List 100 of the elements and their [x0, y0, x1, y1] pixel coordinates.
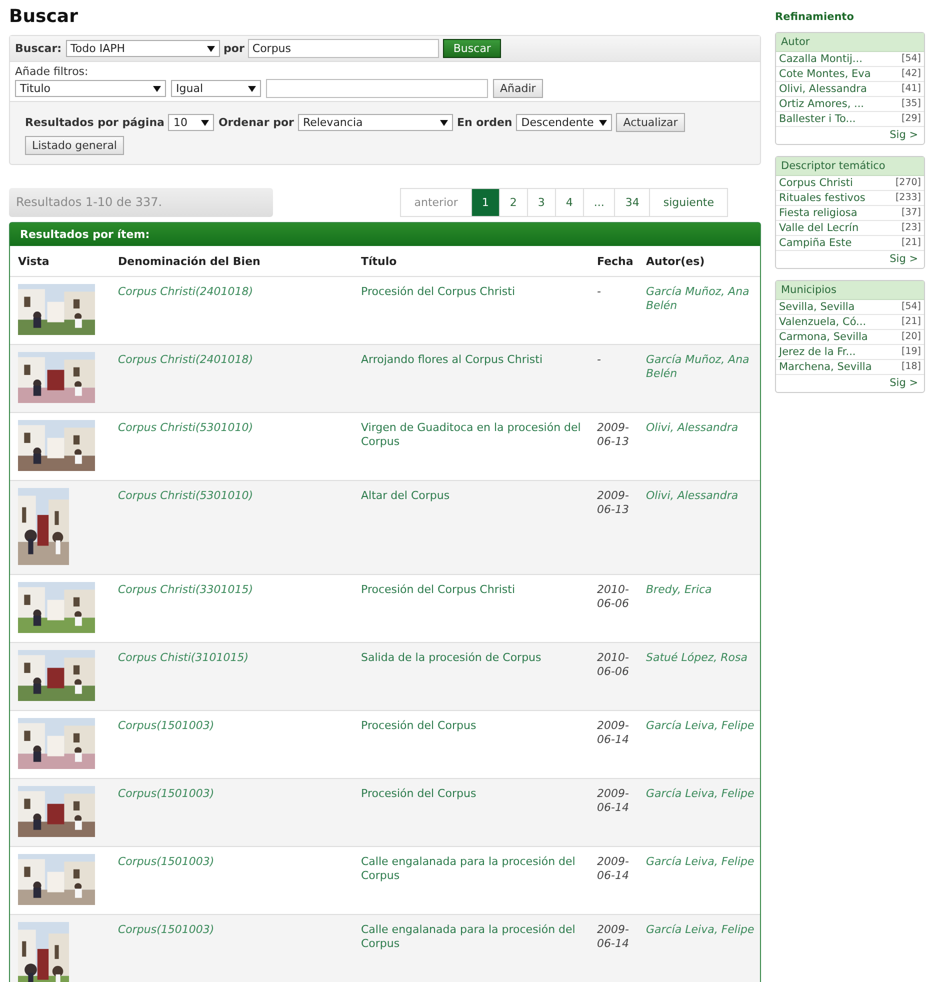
- general-list-button[interactable]: Listado general: [25, 136, 124, 155]
- filters-label: Añade filtros:: [15, 65, 88, 78]
- date-cell-text: 2009-06-13: [596, 488, 630, 518]
- author-link[interactable]: Satué López, Rosa: [638, 643, 760, 710]
- results-heading: Resultados por ítem:: [10, 223, 760, 246]
- add-filter-button[interactable]: Añadir: [493, 79, 543, 98]
- author-link[interactable]: García Muñoz, Ana Belén: [638, 345, 760, 412]
- page-link[interactable]: ...: [582, 188, 616, 217]
- filter-field-select[interactable]: Titulo: [15, 80, 166, 97]
- facet-link[interactable]: Valenzuela, Có...: [779, 316, 866, 328]
- scope-select[interactable]: Todo IAPH: [66, 40, 220, 57]
- title-link[interactable]: Arrojando flores al Corpus Christi: [353, 345, 589, 412]
- facet-link[interactable]: Jerez de la Fr...: [779, 346, 856, 358]
- facet-count: [41]: [901, 83, 921, 95]
- page-link[interactable]: 2: [498, 188, 528, 217]
- item-link[interactable]: Corpus Chisti(3101015): [110, 643, 353, 710]
- author-link[interactable]: Olivi, Alessandra: [638, 481, 760, 574]
- author-link[interactable]: García Leiva, Felipe: [638, 847, 760, 914]
- update-button[interactable]: Actualizar: [616, 113, 685, 132]
- facet-link[interactable]: Cazalla Montij...: [779, 53, 862, 65]
- caret-icon: [153, 86, 161, 92]
- search-field[interactable]: Corpus: [248, 39, 440, 58]
- caret-icon: [248, 86, 256, 92]
- order-label: Ordenar por: [218, 116, 294, 129]
- page-link[interactable]: 3: [526, 188, 556, 217]
- item-link[interactable]: Corpus Christi(3301015): [110, 575, 353, 642]
- page-link[interactable]: 1: [470, 188, 500, 217]
- facet-count: [23]: [901, 222, 921, 234]
- author-link[interactable]: Bredy, Erica: [638, 575, 760, 642]
- facet-link[interactable]: Corpus Christi: [779, 177, 853, 189]
- facet-count: [270]: [895, 177, 921, 189]
- direction-select[interactable]: Descendente: [516, 114, 612, 131]
- title-link[interactable]: Procesión del Corpus Christi: [353, 277, 589, 344]
- next-link[interactable]: Sig >: [776, 127, 924, 144]
- date-cell-text: 2009-06-14: [596, 786, 630, 816]
- column-header: Autor(es): [645, 254, 706, 270]
- facet-link[interactable]: Marchena, Sevilla: [779, 361, 872, 373]
- title-link[interactable]: Virgen de Guaditoca en la procesión del Corpus: [353, 413, 589, 480]
- author-link[interactable]: García Leiva, Felipe: [638, 915, 760, 982]
- page-link[interactable]: siguiente: [649, 188, 728, 217]
- operator-select[interactable]: Igual: [171, 80, 261, 97]
- direction-label: En orden: [456, 116, 512, 129]
- item-link[interactable]: Corpus Christi(2401018): [110, 277, 353, 344]
- column-header: Fecha: [596, 254, 634, 270]
- caret-icon: [206, 46, 215, 52]
- item-link[interactable]: Corpus Christi(5301010): [110, 413, 353, 480]
- page-title: Buscar: [9, 6, 79, 27]
- next-link[interactable]: Sig >: [776, 251, 924, 268]
- order-select[interactable]: Relevancia: [298, 114, 453, 131]
- facet-count: [18]: [901, 361, 921, 373]
- facet-count: [54]: [901, 301, 921, 313]
- item-link[interactable]: Corpus(1501003): [110, 847, 353, 914]
- facet-link[interactable]: Valle del Lecrín: [779, 222, 859, 234]
- title-link[interactable]: Procesión del Corpus: [353, 779, 589, 846]
- facet-heading: Descriptor temático: [776, 157, 924, 176]
- date-cell-text: 2009-06-14: [596, 718, 630, 748]
- date-cell-text: 2009-06-14: [596, 854, 630, 884]
- item-link[interactable]: Corpus(1501003): [110, 779, 353, 846]
- facet-count: [233]: [895, 192, 921, 204]
- filter-value-field[interactable]: [266, 79, 488, 98]
- facet-link[interactable]: Ballester i To...: [779, 113, 856, 125]
- column-header: Título: [360, 254, 398, 270]
- facet-heading: Municipios: [776, 281, 924, 300]
- next-link[interactable]: Sig >: [776, 375, 924, 392]
- item-link[interactable]: Corpus(1501003): [110, 915, 353, 982]
- date-cell-text: 2009-06-14: [596, 922, 630, 952]
- author-link[interactable]: García Leiva, Felipe: [638, 779, 760, 846]
- facet-link[interactable]: Campiña Este: [779, 237, 852, 249]
- author-link[interactable]: García Muñoz, Ana Belén: [638, 277, 760, 344]
- item-link[interactable]: Corpus(1501003): [110, 711, 353, 778]
- facet-count: [29]: [901, 113, 921, 125]
- facet-link[interactable]: Carmona, Sevilla: [779, 331, 868, 343]
- per-page-label: Resultados por página: [25, 116, 164, 129]
- facet-link[interactable]: Olivi, Alessandra: [779, 83, 867, 95]
- item-link[interactable]: Corpus Christi(5301010): [110, 481, 353, 574]
- search-label: Buscar:: [15, 42, 62, 55]
- title-link[interactable]: Altar del Corpus: [353, 481, 589, 574]
- title-link[interactable]: Calle engalanada para la procesión del Corpus: [353, 915, 589, 982]
- facet-link[interactable]: Sevilla, Sevilla: [779, 301, 855, 313]
- title-link[interactable]: Salida de la procesión de Corpus: [353, 643, 589, 710]
- author-link[interactable]: Olivi, Alessandra: [638, 413, 760, 480]
- item-link[interactable]: Corpus Christi(2401018): [110, 345, 353, 412]
- title-link[interactable]: Procesión del Corpus: [353, 711, 589, 778]
- facet-link[interactable]: Cote Montes, Eva: [779, 68, 871, 80]
- facet-link[interactable]: Rituales festivos: [779, 192, 866, 204]
- title-link[interactable]: Procesión del Corpus Christi: [353, 575, 589, 642]
- facet-count: [19]: [901, 346, 921, 358]
- facet-link[interactable]: Fiesta religiosa: [779, 207, 858, 219]
- page-link[interactable]: 4: [554, 188, 584, 217]
- facet-count: [20]: [901, 331, 921, 343]
- search-button[interactable]: Buscar: [443, 39, 501, 58]
- page-link[interactable]: 34: [614, 188, 650, 217]
- date-cell-text: 2010-06-06: [596, 582, 630, 612]
- facet-count: [37]: [901, 207, 921, 219]
- column-header: Vista: [17, 254, 50, 270]
- facet-link[interactable]: Ortiz Amores, ...: [779, 98, 864, 110]
- title-link[interactable]: Calle engalanada para la procesión del Corpus: [353, 847, 589, 914]
- facet-count: [54]: [901, 53, 921, 65]
- author-link[interactable]: García Leiva, Felipe: [638, 711, 760, 778]
- per-page-select[interactable]: 10: [168, 114, 214, 131]
